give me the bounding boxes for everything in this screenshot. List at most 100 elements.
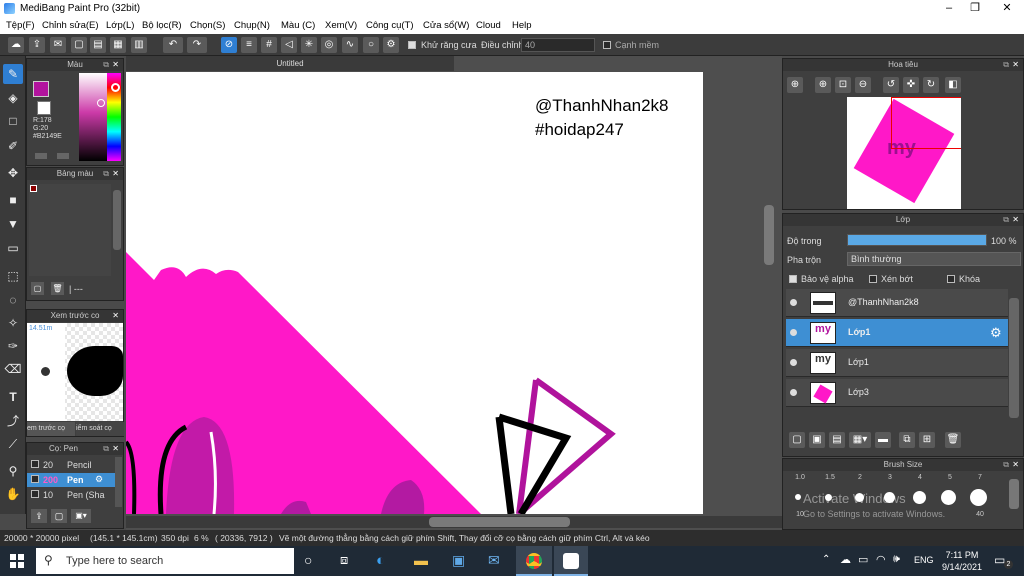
menu-help[interactable]: Help — [512, 20, 532, 31]
cloud-icon[interactable]: ☁ — [8, 37, 24, 53]
magic-wand-icon[interactable]: ✧ — [3, 313, 23, 333]
brush-tool-icon[interactable]: ✎ — [3, 64, 23, 84]
menu-cloud[interactable]: Cloud — [476, 20, 501, 31]
brush-size-dot[interactable] — [795, 494, 801, 500]
cortana-icon[interactable]: ○ — [304, 552, 312, 568]
redo-icon[interactable]: ↷ — [187, 37, 207, 53]
hand-tool-icon[interactable]: ✋ — [3, 484, 23, 504]
panel-close-icon[interactable]: ✕ — [112, 443, 119, 455]
eraser-tool-icon[interactable]: ◈ — [3, 88, 23, 108]
export-icon[interactable]: ▥ — [131, 37, 147, 53]
panel-close-icon[interactable]: ✕ — [1012, 59, 1019, 71]
move-tool-icon[interactable]: ✥ — [3, 163, 23, 183]
zoom-in-icon[interactable]: ⊕ — [815, 77, 831, 93]
delete-layer-icon[interactable]: 🗑 — [945, 432, 961, 448]
volume-icon[interactable]: 🕪 — [893, 553, 900, 566]
menu-view[interactable]: Xem(V) — [325, 20, 357, 31]
undock-icon[interactable]: ⧉ — [1003, 214, 1009, 226]
chrome-taskbar-button[interactable] — [516, 546, 552, 576]
menu-file[interactable]: Tệp(F) — [6, 20, 35, 31]
new-8bit-layer-icon[interactable]: ▤ — [829, 432, 845, 448]
store-icon[interactable]: ▣ — [452, 552, 465, 569]
foreground-color-swatch[interactable] — [33, 81, 49, 97]
undo-icon[interactable]: ↶ — [163, 37, 183, 53]
brush-item[interactable]: 10 Pen (Sha — [27, 488, 115, 502]
menu-select[interactable]: Chọn(S) — [190, 20, 225, 31]
upload-icon[interactable]: ⇪ — [29, 37, 45, 53]
windows-start-icon[interactable] — [10, 554, 24, 568]
show-hidden-icons[interactable]: ⌃ — [822, 554, 830, 565]
navigator-thumbnail[interactable]: my — [847, 97, 961, 209]
layer-row[interactable]: Lớp3 — [786, 379, 1008, 407]
antialias-checkbox[interactable] — [408, 41, 416, 49]
layer-row[interactable]: @ThanhNhan2k8 — [786, 289, 1008, 317]
rotate-left-icon[interactable]: ↺ — [883, 77, 899, 93]
lock-checkbox[interactable] — [947, 275, 955, 283]
undock-icon[interactable]: ⧉ — [103, 443, 109, 455]
add-brush-icon[interactable]: ▢ — [51, 509, 67, 523]
zoom-out-icon[interactable]: ⊖ — [855, 77, 871, 93]
opacity-slider[interactable] — [847, 234, 987, 246]
edge-icon[interactable]: ◐ — [376, 552, 385, 569]
menu-tools[interactable]: Công cụ(T) — [366, 20, 414, 31]
brush-size-dot[interactable] — [913, 491, 926, 504]
panel-close-icon[interactable]: ✕ — [112, 310, 119, 322]
brush-size-scrollbar[interactable] — [1009, 479, 1019, 509]
panel-close-icon[interactable]: ✕ — [1012, 214, 1019, 226]
gradient-tool-icon[interactable]: ▭ — [3, 238, 23, 258]
language-indicator[interactable]: ENG — [914, 555, 934, 565]
rect-tool-icon[interactable]: □ — [3, 111, 23, 131]
file-explorer-icon[interactable]: ▬ — [414, 552, 428, 568]
color-swap-button[interactable] — [57, 153, 69, 159]
menu-filter[interactable]: Bộ lọc(R) — [142, 20, 182, 31]
rotate-reset-icon[interactable]: ✜ — [903, 77, 919, 93]
eye-icon[interactable] — [790, 389, 797, 396]
menu-window[interactable]: Cửa sổ(W) — [423, 20, 469, 31]
menu-capture[interactable]: Chụp(N) — [234, 20, 270, 31]
undock-icon[interactable]: ⧉ — [103, 168, 109, 180]
layer-row[interactable]: my Lớp1 — [786, 349, 1008, 377]
panel-close-icon[interactable]: ✕ — [1012, 459, 1019, 471]
grid-snap-icon[interactable]: # — [261, 37, 277, 53]
task-view-icon[interactable]: ⧈ — [340, 552, 348, 568]
lasso-tool-icon[interactable]: ◌ — [3, 290, 23, 310]
undock-icon[interactable]: ⧉ — [1003, 59, 1009, 71]
ellipse-snap-icon[interactable]: ○ — [363, 37, 379, 53]
brush-item[interactable]: 20 Pencil — [27, 458, 115, 472]
onedrive-icon[interactable]: ☁ — [840, 553, 851, 566]
undock-icon[interactable]: ⧉ — [103, 59, 109, 71]
hue-handle[interactable] — [111, 83, 120, 92]
select-tool-icon[interactable]: ⬚ — [3, 266, 23, 286]
canvas-vertical-scrollbar[interactable] — [764, 205, 774, 265]
zoom-actual-icon[interactable]: ⊡ — [835, 77, 851, 93]
clock[interactable]: 7:11 PM 9/14/2021 — [940, 549, 984, 573]
tab-brush-preview[interactable]: em trước cọ — [27, 422, 75, 436]
new-layer-icon[interactable]: ▢ — [789, 432, 805, 448]
undock-icon[interactable]: ⧉ — [1003, 459, 1009, 471]
wifi-icon[interactable]: ◠ — [876, 553, 886, 566]
save-icon[interactable]: ▤ — [90, 37, 106, 53]
tab-untitled[interactable]: Untitled — [126, 56, 454, 71]
mail-icon[interactable]: ✉ — [488, 552, 500, 569]
adjust-input[interactable]: 40 — [521, 38, 595, 52]
new-file-icon[interactable]: ▢ — [71, 37, 87, 53]
brush-checkbox[interactable] — [31, 474, 39, 483]
add-palette-icon[interactable]: ▢ — [31, 282, 44, 295]
menu-edit[interactable]: Chỉnh sửa(E) — [42, 20, 99, 31]
menu-layer[interactable]: Lớp(L) — [106, 20, 134, 31]
zoom-fit-icon[interactable]: ⊕ — [787, 77, 803, 93]
curve-snap-icon[interactable]: ∿ — [342, 37, 358, 53]
panel-close-icon[interactable]: ✕ — [112, 168, 119, 180]
snap-off-icon[interactable]: ⊘ — [221, 37, 237, 53]
rotate-right-icon[interactable]: ↻ — [923, 77, 939, 93]
brush-settings-icon[interactable]: ⚙ — [95, 474, 103, 485]
divide-tool-icon[interactable]: ⟋ — [3, 434, 23, 454]
eye-icon[interactable] — [790, 359, 797, 366]
saturation-field[interactable] — [79, 73, 107, 161]
brush-menu-icon[interactable]: ▣▾ — [71, 509, 91, 523]
saturation-handle[interactable] — [97, 99, 105, 107]
medibang-taskbar-button[interactable] — [554, 546, 588, 576]
navigator-view-rect[interactable] — [891, 97, 961, 149]
cloud-brush-icon[interactable]: ⇪ — [31, 509, 47, 523]
delete-palette-icon[interactable]: 🗑 — [51, 282, 64, 295]
